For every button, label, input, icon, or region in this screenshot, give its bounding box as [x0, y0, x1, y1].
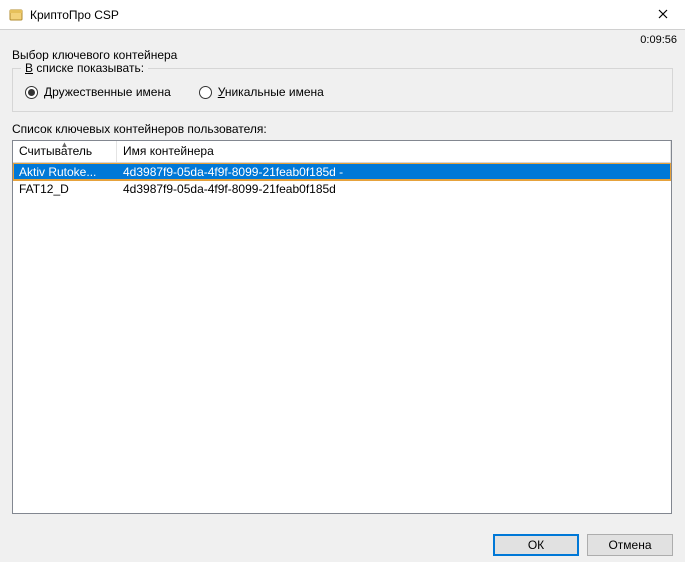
dialog-body: Выбор ключевого контейнера В списке пока…: [0, 30, 685, 524]
button-row: ОК Отмена: [0, 524, 685, 556]
radio-checked-icon: [25, 86, 38, 99]
radio-unchecked-icon: [199, 86, 212, 99]
radio-unique-names[interactable]: Уникальные имена: [199, 85, 324, 99]
cancel-button[interactable]: Отмена: [587, 534, 673, 556]
cell-reader: Aktiv Rutoke...: [13, 165, 117, 179]
table-row[interactable]: Aktiv Rutoke... 4d3987f9-05da-4f9f-8099-…: [13, 163, 671, 180]
list-header: ▲ Считыватель Имя контейнера: [13, 141, 671, 163]
cell-name: 4d3987f9-05da-4f9f-8099-21feab0f185d: [117, 182, 671, 196]
cell-reader: FAT12_D: [13, 182, 117, 196]
containers-label: Список ключевых контейнеров пользователя…: [12, 122, 673, 136]
cell-name: 4d3987f9-05da-4f9f-8099-21feab0f185d -: [117, 165, 671, 179]
close-icon: [658, 7, 668, 22]
show-in-list-legend: В списке показывать:: [21, 61, 148, 75]
column-header-reader[interactable]: ▲ Считыватель: [13, 141, 117, 162]
radio-friendly-names[interactable]: Дружественные имена: [25, 85, 171, 99]
close-button[interactable]: [640, 0, 685, 30]
window-title: КриптоПро CSP: [30, 8, 119, 22]
ok-button[interactable]: ОК: [493, 534, 579, 556]
sort-asc-icon: ▲: [61, 140, 69, 149]
table-row[interactable]: FAT12_D 4d3987f9-05da-4f9f-8099-21feab0f…: [13, 180, 671, 197]
titlebar: КриптоПро CSP: [0, 0, 685, 30]
dialog-header: Выбор ключевого контейнера: [12, 48, 673, 62]
app-icon: [8, 7, 24, 23]
radio-friendly-label: Дружественные имена: [44, 85, 171, 99]
radio-unique-label: Уникальные имена: [218, 85, 324, 99]
column-header-name[interactable]: Имя контейнера: [117, 141, 671, 162]
list-body: Aktiv Rutoke... 4d3987f9-05da-4f9f-8099-…: [13, 163, 671, 513]
containers-listbox[interactable]: ▲ Считыватель Имя контейнера Aktiv Rutok…: [12, 140, 672, 514]
show-in-list-group: В списке показывать: Дружественные имена…: [12, 68, 673, 112]
